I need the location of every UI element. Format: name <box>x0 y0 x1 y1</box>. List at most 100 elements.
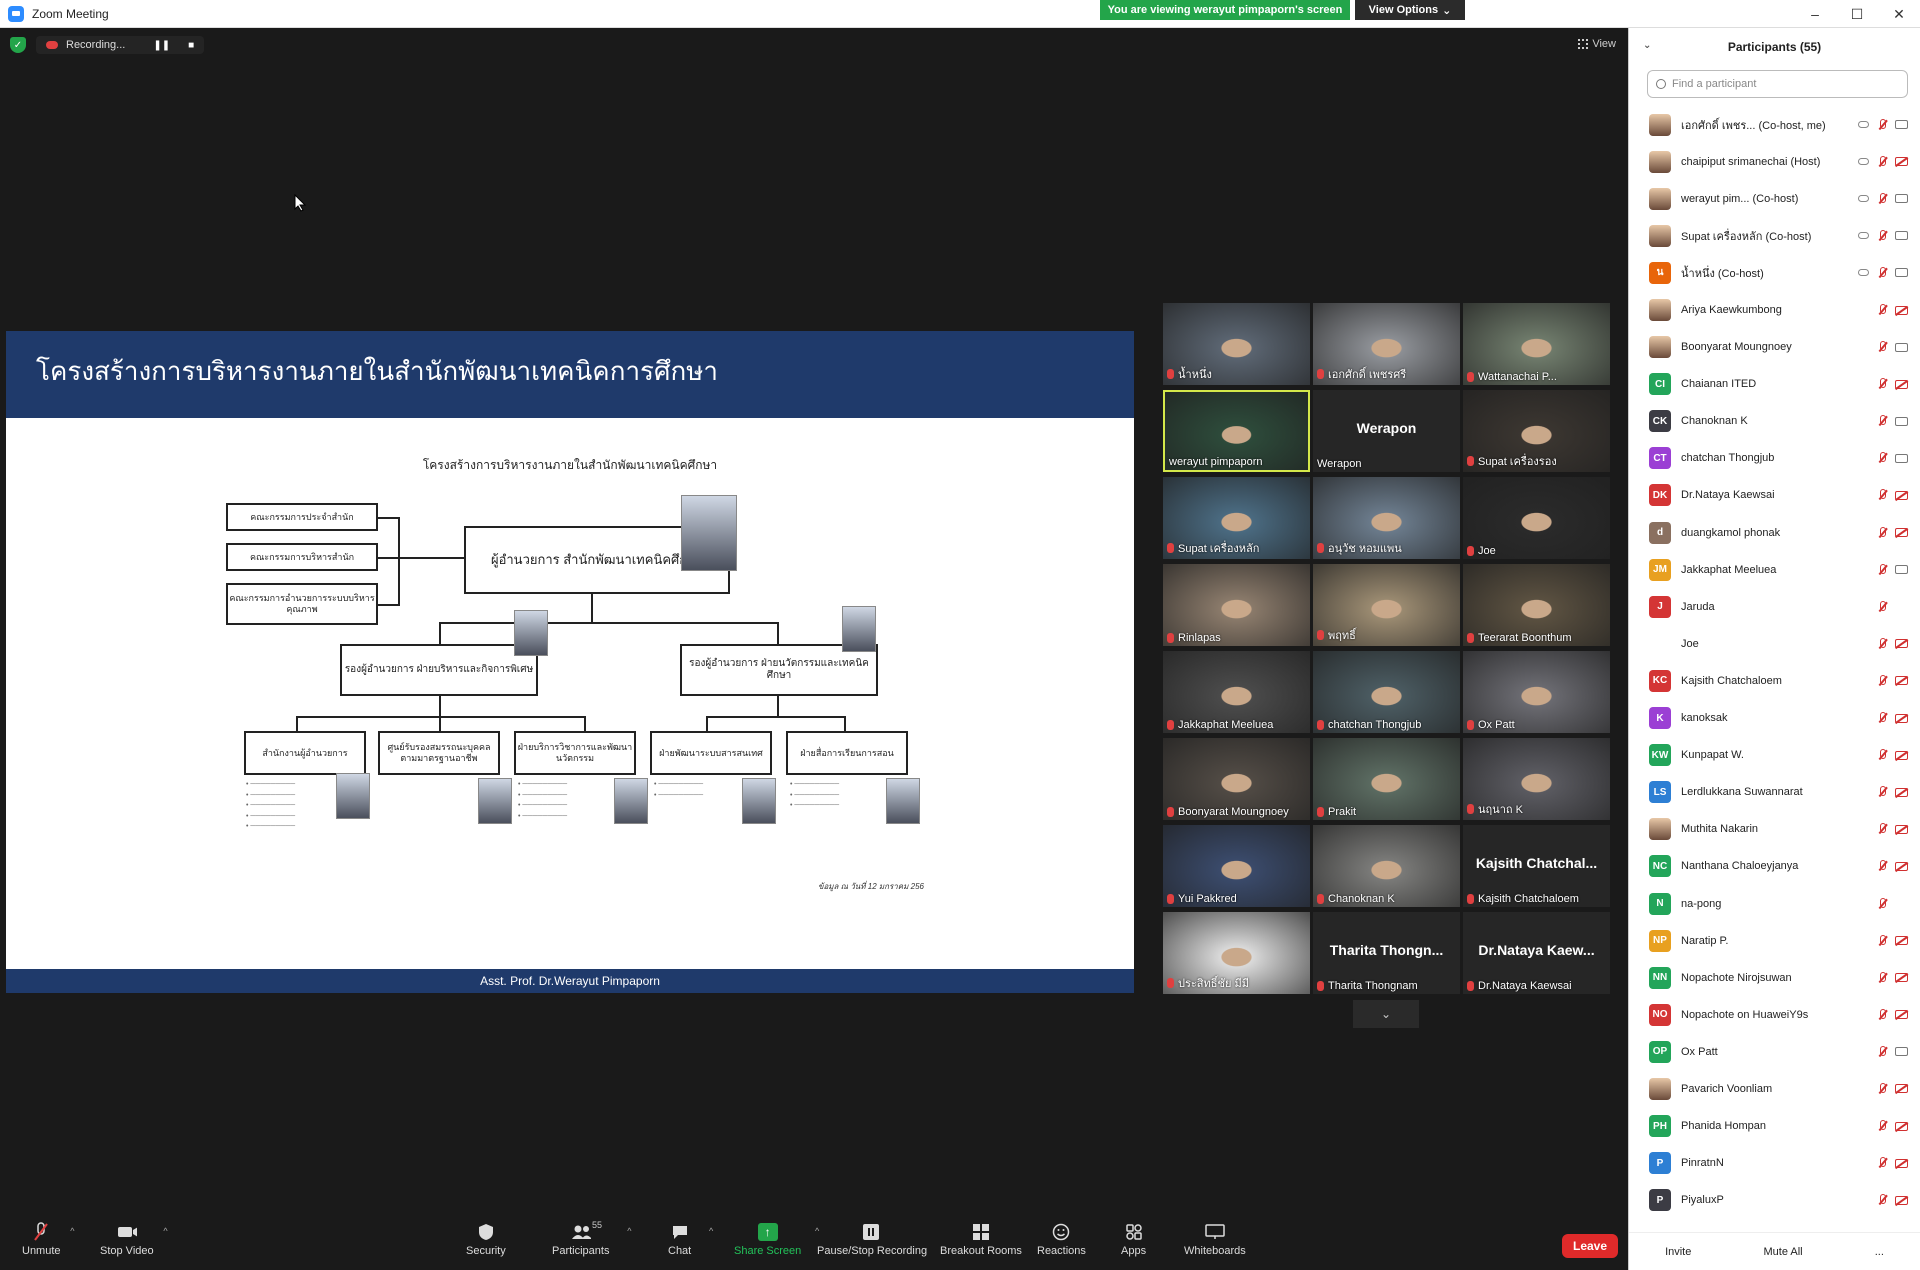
chat-button[interactable]: Chat ^ <box>668 1222 713 1257</box>
participant-row[interactable]: CT chatchan Thongjub <box>1629 440 1920 477</box>
participant-row[interactable]: JM Jakkaphat Meeluea <box>1629 551 1920 588</box>
participant-row[interactable]: werayut pim... (Co-host) <box>1629 180 1920 217</box>
participant-row[interactable]: KW Kunpapat W. <box>1629 737 1920 774</box>
chat-bubble-icon <box>670 1222 690 1242</box>
view-options-button[interactable]: View Options ⌄ <box>1355 0 1465 20</box>
video-tile[interactable]: Tharita Thongn... Tharita Thongnam <box>1313 912 1460 994</box>
mute-all-button[interactable]: Mute All <box>1751 1242 1814 1262</box>
reactions-button[interactable]: Reactions <box>1037 1222 1086 1257</box>
apps-label: Apps <box>1121 1245 1147 1257</box>
more-options-button[interactable]: ... <box>1863 1242 1896 1262</box>
participant-row[interactable]: DK Dr.Nataya Kaewsai <box>1629 477 1920 514</box>
video-tile[interactable]: werayut pimpaporn <box>1163 390 1310 472</box>
participant-row[interactable]: Nna-pong <box>1629 885 1920 922</box>
video-tile[interactable]: Teerarat Boonthum <box>1463 564 1610 646</box>
participant-name: chaipiput srimanechai (Host) <box>1681 155 1821 168</box>
microphone-muted-icon <box>1317 720 1324 730</box>
breakout-rooms-button[interactable]: Breakout Rooms <box>940 1222 1022 1257</box>
participant-row[interactable]: PH Phanida Hompan <box>1629 1108 1920 1145</box>
collapse-chevron-icon[interactable]: ⌄ <box>1643 40 1651 51</box>
participant-row[interactable]: Ariya Kaewkumbong <box>1629 291 1920 328</box>
maximize-icon[interactable]: ☐ <box>1842 4 1872 24</box>
participant-row[interactable]: KC Kajsith Chatchaloem <box>1629 662 1920 699</box>
mouse-cursor-icon <box>294 194 306 212</box>
security-button[interactable]: Security <box>466 1222 506 1257</box>
video-tile[interactable]: อนุวัช หอมแพน <box>1313 477 1460 559</box>
reactions-label: Reactions <box>1037 1245 1086 1257</box>
leave-button[interactable]: Leave <box>1562 1234 1618 1258</box>
participant-row[interactable]: OP Ox Patt <box>1629 1033 1920 1070</box>
unit-box-teaching-media: ฝ่ายสื่อการเรียนการสอน <box>786 731 908 775</box>
participant-row[interactable]: น น้ำหนึ่ง (Co-host) <box>1629 254 1920 291</box>
connector <box>398 517 400 606</box>
unmute-button[interactable]: Unmute ^ <box>22 1222 75 1257</box>
participants-button[interactable]: Participants 55 ^ <box>552 1220 631 1257</box>
video-off-icon <box>1895 936 1908 946</box>
video-tile[interactable]: Rinlapas <box>1163 564 1310 646</box>
participant-row[interactable]: LS Lerdlukkana Suwannarat <box>1629 774 1920 811</box>
participant-search-input[interactable]: Find a participant <box>1647 70 1908 98</box>
video-tile[interactable]: Chanoknan K <box>1313 825 1460 907</box>
video-tile[interactable]: Yui Pakkred <box>1163 825 1310 907</box>
apps-button[interactable]: Apps <box>1121 1222 1146 1257</box>
participant-row[interactable]: chaipiput srimanechai (Host) <box>1629 143 1920 180</box>
video-tile[interactable]: Boonyarat Moungnoey <box>1163 738 1310 820</box>
stop-video-button[interactable]: Stop Video ^ <box>100 1222 168 1257</box>
video-tile[interactable]: Joe <box>1463 477 1610 559</box>
participant-row[interactable]: J Jaruda <box>1629 588 1920 625</box>
video-tile[interactable]: Ox Patt <box>1463 651 1610 733</box>
gallery-next-page-icon[interactable]: ⌄ <box>1353 1000 1419 1028</box>
participant-name: Nanthana Chaloeyjanya <box>1681 860 1799 873</box>
view-layout-button[interactable]: View <box>1578 38 1616 50</box>
video-tile[interactable]: Supat เครื่องหลัก <box>1163 477 1310 559</box>
video-tile[interactable]: Supat เครื่องรอง <box>1463 390 1610 472</box>
audio-options-caret-icon[interactable]: ^ <box>70 1226 74 1236</box>
participant-row[interactable]: NO Nopachote on HuaweiY9s <box>1629 996 1920 1033</box>
video-tile[interactable]: Werapon Werapon <box>1313 390 1460 472</box>
video-tile[interactable]: พฤทธิ์ <box>1313 564 1460 646</box>
participant-row[interactable]: NP Naratip P. <box>1629 922 1920 959</box>
participant-row[interactable]: เอกศักดิ์ เพชร... (Co-host, me) <box>1629 106 1920 143</box>
participant-row[interactable]: Boonyarat Moungnoey <box>1629 329 1920 366</box>
minimize-icon[interactable]: – <box>1800 4 1830 24</box>
participants-caret-icon[interactable]: ^ <box>627 1226 631 1236</box>
pause-stop-icon <box>862 1222 882 1242</box>
video-options-caret-icon[interactable]: ^ <box>163 1226 167 1236</box>
participant-row[interactable]: P PiyaluxP <box>1629 1182 1920 1219</box>
participant-row[interactable]: Supat เครื่องหลัก (Co-host) <box>1629 217 1920 254</box>
video-tile[interactable]: chatchan Thongjub <box>1313 651 1460 733</box>
participant-row[interactable]: Kkanoksak <box>1629 700 1920 737</box>
microphone-muted-icon <box>1467 372 1474 382</box>
video-tile[interactable]: เอกศักดิ์ เพชรศรี <box>1313 303 1460 385</box>
video-tile[interactable]: Jakkaphat Meeluea <box>1163 651 1310 733</box>
participant-row[interactable]: d duangkamol phonak <box>1629 514 1920 551</box>
participant-row[interactable]: NN Nopachote Nirojsuwan <box>1629 959 1920 996</box>
video-tile[interactable]: Wattanachai P... <box>1463 303 1610 385</box>
participant-row[interactable]: Muthita Nakarin <box>1629 811 1920 848</box>
participant-row[interactable]: Pavarich Voonliam <box>1629 1070 1920 1107</box>
participant-row[interactable]: CK Chanoknan K <box>1629 403 1920 440</box>
invite-button[interactable]: Invite <box>1653 1242 1703 1262</box>
unit-bullets-4: • ───────── • ───────── <box>654 781 704 799</box>
whiteboards-button[interactable]: Whiteboards <box>1184 1222 1246 1257</box>
participant-status-icons <box>1877 749 1908 761</box>
microphone-muted-icon <box>1317 981 1324 991</box>
chat-caret-icon[interactable]: ^ <box>709 1226 713 1236</box>
stop-recording-icon[interactable]: ■ <box>188 40 194 51</box>
video-tile[interactable]: น้ำหนึ่ง <box>1163 303 1310 385</box>
pause-stop-recording-button[interactable]: Pause/Stop Recording <box>817 1222 927 1257</box>
pause-recording-icon[interactable]: ❚❚ <box>153 40 170 51</box>
participant-row[interactable]: CI Chaianan ITED <box>1629 366 1920 403</box>
video-tile-name: ประสิทธิ์ชัย มีมี <box>1167 974 1249 992</box>
participant-row[interactable]: NC Nanthana Chaloeyjanya <box>1629 848 1920 885</box>
participant-row[interactable]: P PinratnN <box>1629 1145 1920 1182</box>
close-icon[interactable]: ✕ <box>1884 4 1914 24</box>
unit-box-director-office: สำนักงานผู้อำนวยการ <box>244 731 366 775</box>
video-tile[interactable]: Dr.Nataya Kaew... Dr.Nataya Kaewsai <box>1463 912 1610 994</box>
video-tile[interactable]: นฤนาถ K <box>1463 738 1610 820</box>
video-tile[interactable]: ประสิทธิ์ชัย มีมี <box>1163 912 1310 994</box>
video-tile[interactable]: Kajsith Chatchal... Kajsith Chatchaloem <box>1463 825 1610 907</box>
share-screen-button[interactable]: ↑ Share Screen ^ <box>734 1222 819 1257</box>
participant-row[interactable]: Joe <box>1629 625 1920 662</box>
video-tile[interactable]: Prakit <box>1313 738 1460 820</box>
